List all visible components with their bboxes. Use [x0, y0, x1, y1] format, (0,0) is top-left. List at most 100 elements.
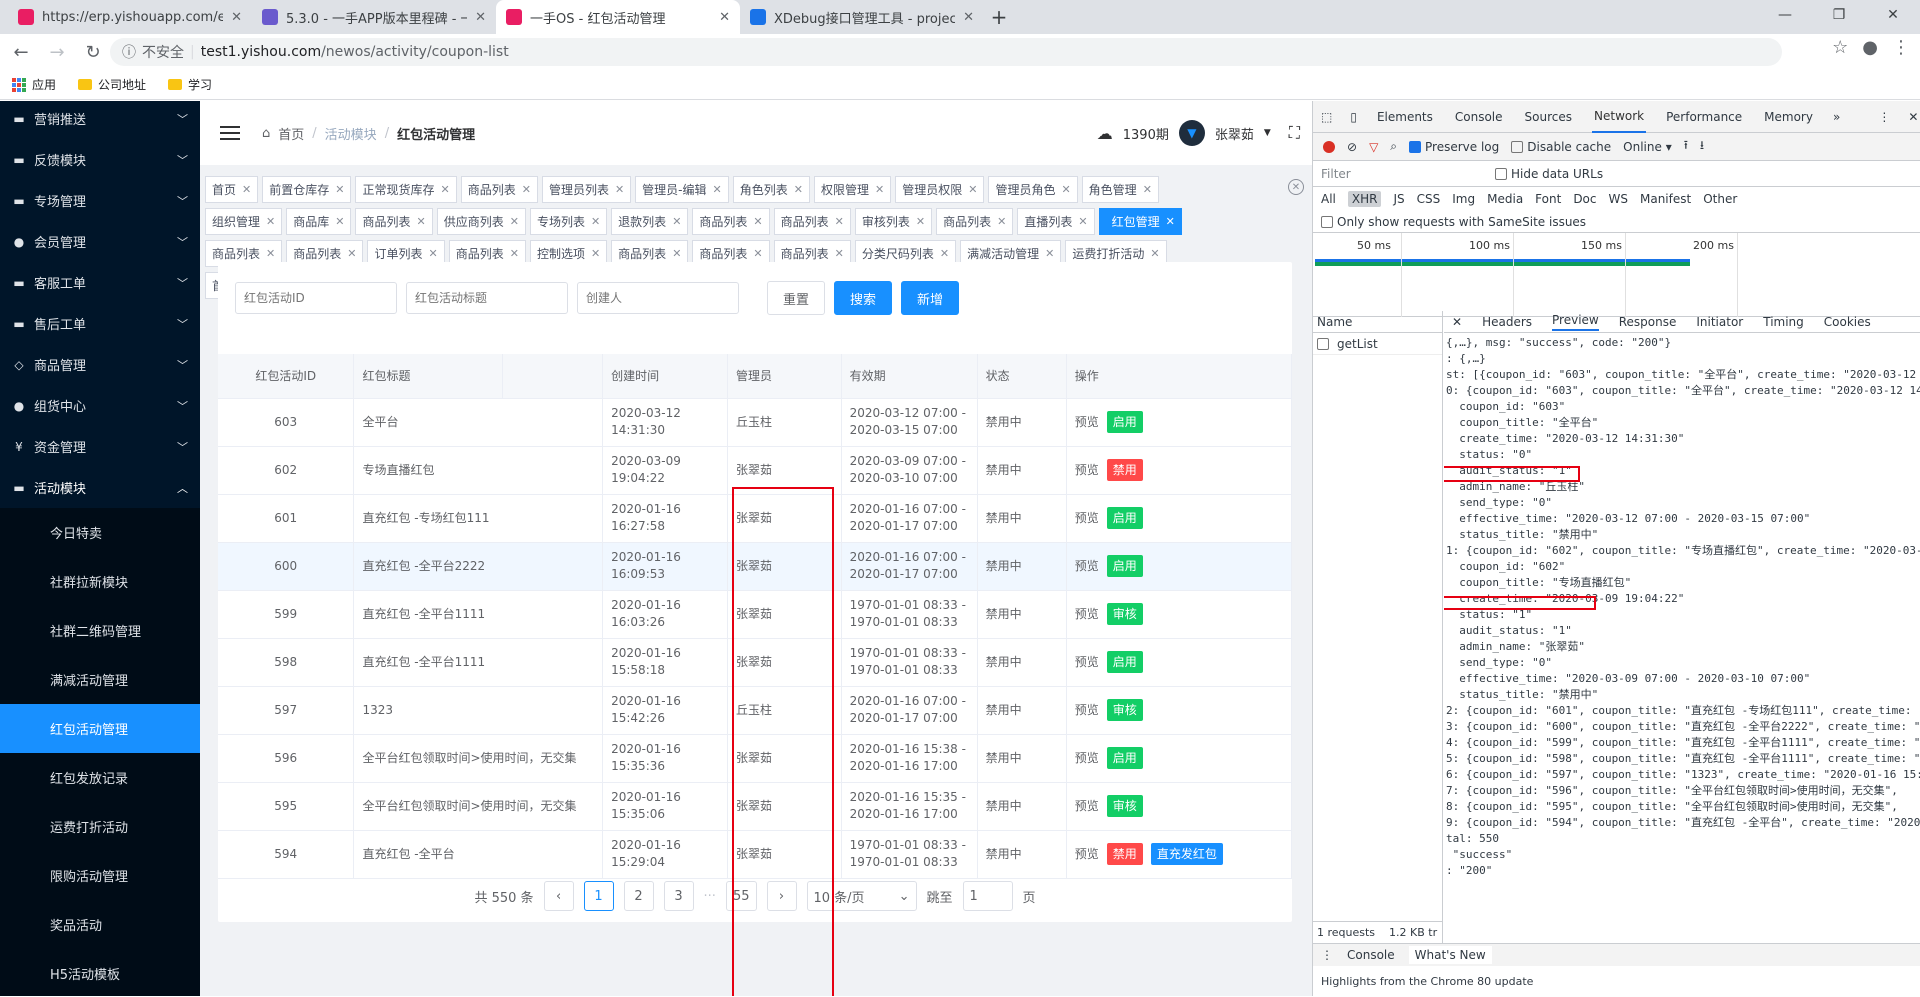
- tag-item[interactable]: 供应商列表 ✕: [436, 207, 526, 235]
- search-button[interactable]: 搜索: [834, 281, 893, 315]
- tag-item[interactable]: 管理员-编辑 ✕: [635, 175, 729, 203]
- devtools-tab[interactable]: Console: [1453, 102, 1505, 132]
- breadcrumb-home[interactable]: 首页: [278, 124, 304, 143]
- creator-input[interactable]: [577, 282, 739, 314]
- resource-type-filter[interactable]: Media: [1487, 192, 1523, 206]
- close-tag-icon[interactable]: ✕: [672, 247, 681, 260]
- devtools-tab[interactable]: Sources: [1523, 102, 1574, 132]
- close-tab-icon[interactable]: ✕: [719, 10, 730, 25]
- drawer-tab[interactable]: What's New: [1408, 946, 1492, 964]
- page-number[interactable]: 1: [583, 881, 614, 911]
- close-tag-icon[interactable]: ✕: [835, 215, 844, 228]
- sidebar-menu-item[interactable]: ▬ 反馈模块 ﹀: [0, 139, 200, 180]
- tag-item[interactable]: 退款列表 ✕: [611, 207, 689, 235]
- tag-item[interactable]: 前置仓库存 ✕: [262, 175, 352, 203]
- status-action-button[interactable]: 审核: [1106, 603, 1143, 625]
- close-tag-icon[interactable]: ✕: [335, 183, 344, 196]
- preview-link[interactable]: 预览: [1075, 558, 1099, 575]
- sidebar-menu-item[interactable]: ▬ 客服工单 ﹀: [0, 262, 200, 303]
- tag-item[interactable]: 商品列表 ✕: [460, 175, 538, 203]
- resource-type-filter[interactable]: Doc: [1573, 192, 1596, 206]
- close-tag-icon[interactable]: ✕: [347, 247, 356, 260]
- sidebar-menu-item[interactable]: ▬ 活动模块 ︿: [0, 467, 200, 508]
- close-tag-icon[interactable]: ✕: [242, 183, 251, 196]
- inspect-icon[interactable]: ⬚: [1321, 110, 1332, 124]
- status-action-button[interactable]: 禁用: [1106, 459, 1143, 481]
- close-tag-icon[interactable]: ✕: [1150, 247, 1159, 260]
- preview-link[interactable]: 预览: [1075, 606, 1099, 623]
- status-action-button[interactable]: 启用: [1106, 555, 1143, 577]
- tag-item[interactable]: 商品列表 ✕: [692, 207, 770, 235]
- reload-icon[interactable]: ↻: [78, 37, 108, 67]
- page-number[interactable]: 3: [663, 881, 694, 911]
- restore-icon[interactable]: ❐: [1812, 0, 1866, 30]
- close-tag-icon[interactable]: ✕: [940, 247, 949, 260]
- close-tag-icon[interactable]: ✕: [1078, 215, 1087, 228]
- prev-page-icon[interactable]: ‹: [543, 881, 574, 911]
- resource-type-filter[interactable]: All: [1321, 192, 1336, 206]
- sidebar-menu-item[interactable]: ◇ 商品管理 ﹀: [0, 344, 200, 385]
- resource-type-filter[interactable]: CSS: [1417, 192, 1441, 206]
- bookmark-study[interactable]: 学习: [168, 76, 212, 93]
- preview-link[interactable]: 预览: [1075, 798, 1099, 815]
- detail-tab[interactable]: Initiator: [1696, 315, 1743, 329]
- close-tag-icon[interactable]: ✕: [753, 247, 762, 260]
- detail-tab[interactable]: Cookies: [1824, 315, 1871, 329]
- tag-item[interactable]: 权限管理 ✕: [813, 175, 892, 203]
- preview-link[interactable]: 预览: [1075, 414, 1099, 431]
- close-tag-icon[interactable]: ✕: [968, 183, 977, 196]
- sidebar-subitem[interactable]: 红包活动管理: [0, 704, 200, 753]
- sidebar-menu-item[interactable]: ¥ 资金管理 ﹀: [0, 426, 200, 467]
- info-icon[interactable]: ⓘ: [122, 42, 136, 62]
- close-tag-icon[interactable]: ✕: [522, 183, 531, 196]
- add-button[interactable]: 新增: [901, 281, 960, 315]
- new-tab-icon[interactable]: +: [984, 0, 1014, 34]
- tag-item[interactable]: 商品列表 ✕: [936, 207, 1014, 235]
- devtools-tab[interactable]: Network: [1592, 101, 1647, 133]
- close-tab-icon[interactable]: ✕: [475, 10, 486, 25]
- status-action-button[interactable]: 启用: [1106, 411, 1143, 433]
- close-tag-icon[interactable]: ✕: [794, 183, 803, 196]
- resource-type-filter[interactable]: JS: [1393, 192, 1404, 206]
- hide-data-urls-checkbox[interactable]: Hide data URLs: [1495, 167, 1603, 181]
- close-window-icon[interactable]: ✕: [1866, 0, 1920, 30]
- coupon-title-input[interactable]: [406, 282, 568, 314]
- resource-type-filter[interactable]: Img: [1452, 192, 1475, 206]
- sidebar-menu-item[interactable]: ▬ 专场管理 ﹀: [0, 180, 200, 221]
- sidebar-menu-item[interactable]: ● 会员管理 ﹀: [0, 221, 200, 262]
- close-tag-icon[interactable]: ✕: [753, 215, 762, 228]
- preview-link[interactable]: 预览: [1075, 750, 1099, 767]
- close-devtools-icon[interactable]: ✕: [1908, 110, 1918, 124]
- profile-icon[interactable]: ●: [1862, 37, 1878, 58]
- hamburger-icon[interactable]: [220, 126, 240, 140]
- tag-item[interactable]: 专场列表 ✕: [529, 207, 608, 235]
- resource-type-filter[interactable]: Font: [1535, 192, 1561, 206]
- close-tag-icon[interactable]: ✕: [428, 247, 437, 260]
- detail-tab[interactable]: Headers: [1482, 315, 1532, 329]
- status-action-button[interactable]: 审核: [1106, 699, 1143, 721]
- coupon-id-input[interactable]: [235, 282, 397, 314]
- sidebar-subitem[interactable]: 奖品活动: [0, 900, 200, 949]
- tag-item[interactable]: 商品库 ✕: [286, 207, 352, 235]
- tag-item[interactable]: 角色列表 ✕: [732, 175, 810, 203]
- detail-tab[interactable]: Timing: [1763, 315, 1804, 329]
- drawer-tab[interactable]: Console: [1347, 948, 1395, 962]
- browser-tab[interactable]: 一手OS - 红包活动管理 ✕: [496, 0, 740, 34]
- avatar[interactable]: ▼: [1178, 120, 1205, 146]
- close-tag-icon[interactable]: ✕: [1045, 247, 1054, 260]
- preserve-log-checkbox[interactable]: Preserve log: [1409, 140, 1499, 154]
- sidebar-menu-item[interactable]: ● 组货中心 ﹀: [0, 385, 200, 426]
- import-icon[interactable]: ⭱: [1684, 136, 1688, 157]
- tag-item[interactable]: 首页 ✕: [205, 175, 259, 203]
- devtools-tab[interactable]: Memory: [1762, 102, 1815, 132]
- fullscreen-icon[interactable]: ⛶: [1289, 123, 1300, 143]
- close-tag-icon[interactable]: ✕: [615, 183, 624, 196]
- detail-tab[interactable]: Response: [1619, 315, 1677, 329]
- user-name[interactable]: 张翠茹: [1215, 124, 1254, 143]
- page-number[interactable]: 2: [623, 881, 654, 911]
- export-icon[interactable]: ⭳: [1700, 136, 1704, 157]
- forward-icon[interactable]: →: [42, 37, 72, 67]
- sidebar-subitem[interactable]: 社群二维码管理: [0, 606, 200, 655]
- drawer-menu-icon[interactable]: ⋮: [1321, 948, 1333, 962]
- preview-link[interactable]: 预览: [1075, 846, 1099, 863]
